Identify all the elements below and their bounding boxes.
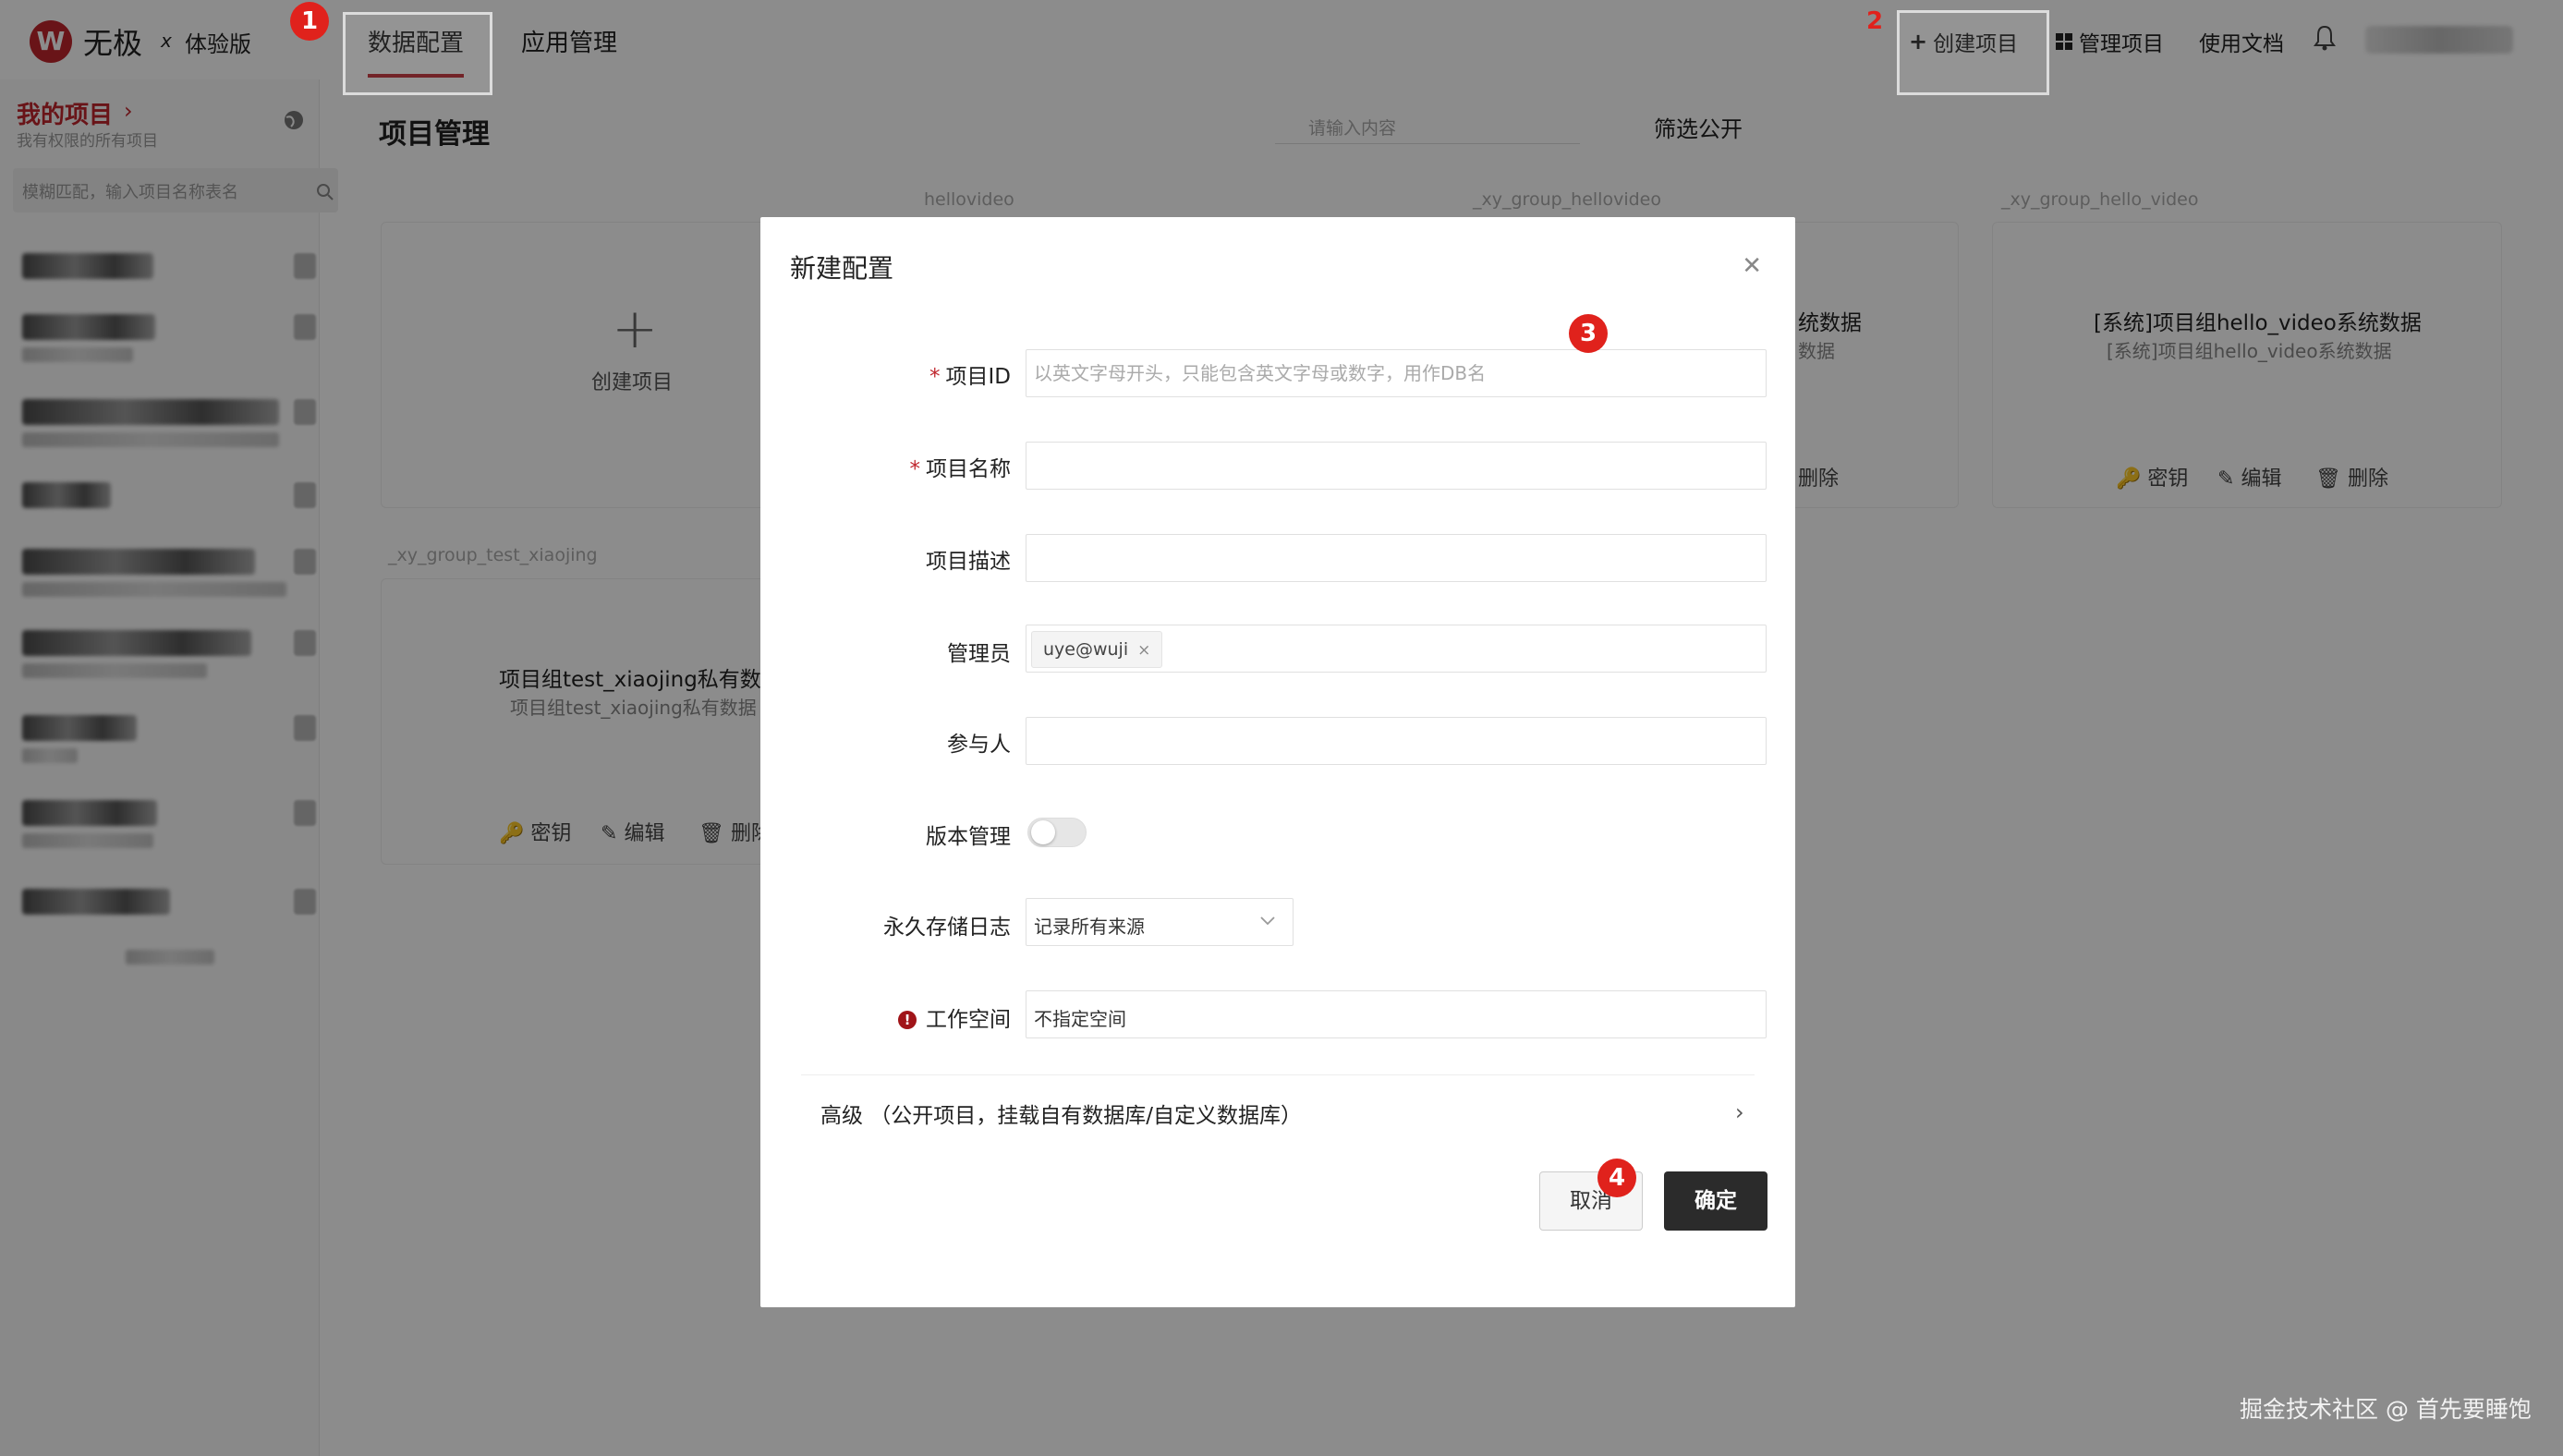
step-marker-1: 1 — [290, 2, 329, 41]
chevron-down-icon — [1260, 916, 1275, 926]
divider — [801, 1074, 1755, 1075]
project-desc-input[interactable] — [1026, 534, 1767, 582]
project-desc-label: 项目描述 — [926, 550, 1011, 574]
admins-label: 管理员 — [947, 642, 1011, 666]
participants-label: 参与人 — [947, 733, 1011, 757]
step-marker-4: 4 — [1597, 1159, 1636, 1197]
highlight-create-box — [1897, 10, 2049, 95]
workspace-label: ! 工作空间 — [789, 1001, 1011, 1033]
versioning-label: 版本管理 — [926, 825, 1011, 849]
chevron-right-icon[interactable]: › — [1735, 1099, 1744, 1125]
advanced-section-toggle[interactable]: 高级 （公开项目，挂载自有数据库/自定义数据库） — [820, 1098, 1302, 1129]
project-id-input[interactable] — [1026, 349, 1767, 397]
error-icon: ! — [898, 1011, 917, 1029]
tag-close-icon[interactable]: × — [1137, 641, 1150, 660]
confirm-button[interactable]: 确定 — [1664, 1171, 1767, 1231]
workspace-input[interactable]: 不指定空间 — [1026, 990, 1767, 1038]
dialog-title: 新建配置 — [790, 253, 894, 284]
admin-tag: uye@wuji × — [1031, 631, 1163, 668]
versioning-toggle[interactable] — [1027, 818, 1087, 847]
watermark: 掘金技术社区 @ 首先要睡饱 — [2240, 1396, 2532, 1423]
toggle-knob — [1031, 820, 1055, 844]
highlight-tab-box — [343, 12, 492, 95]
project-name-input[interactable] — [1026, 442, 1767, 490]
close-icon[interactable]: ✕ — [1742, 252, 1762, 280]
step-marker-2: 2 — [1865, 7, 1884, 35]
log-storage-select[interactable]: 记录所有来源 — [1026, 898, 1294, 946]
participants-input[interactable] — [1026, 717, 1767, 765]
project-name-label: * 项目名称 — [909, 457, 1012, 481]
admin-tag-label: uye@wuji — [1043, 639, 1129, 660]
step-marker-3: 3 — [1569, 314, 1608, 353]
log-storage-label: 永久存储日志 — [883, 916, 1011, 940]
project-id-label: * 项目ID — [929, 365, 1011, 389]
